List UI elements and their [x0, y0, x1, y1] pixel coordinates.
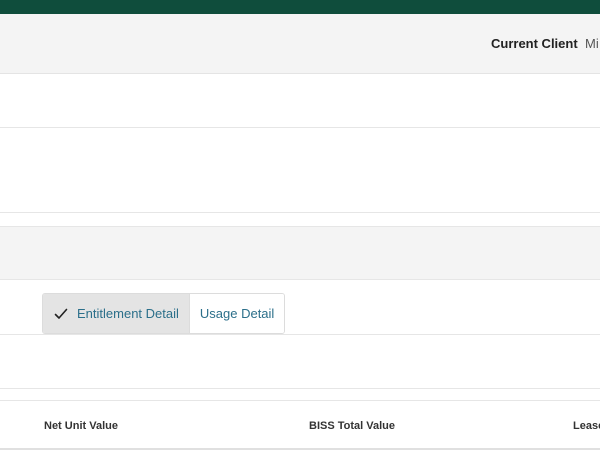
top-brand-bar [0, 0, 600, 14]
client-header-band: Current Client Mi [0, 14, 600, 74]
usage-detail-label: Usage Detail [199, 306, 275, 321]
usage-detail-toggle[interactable]: Usage Detail [188, 294, 285, 333]
section-band [0, 226, 600, 280]
check-icon [53, 306, 69, 322]
section-divider [0, 127, 600, 128]
current-client-label: Current Client [491, 36, 578, 51]
entitlement-detail-label: Entitlement Detail [77, 306, 179, 321]
column-header-net-unit-value[interactable]: Net Unit Value [44, 420, 118, 432]
column-header-lease[interactable]: Lease [573, 420, 600, 432]
page: Current Client Mi Entitlement Detail Usa… [0, 0, 600, 450]
section-divider [0, 212, 600, 213]
current-client-value[interactable]: Mi [585, 36, 599, 51]
section-divider [0, 388, 600, 389]
entitlement-detail-toggle[interactable]: Entitlement Detail [43, 294, 189, 333]
column-header-biss-total-value[interactable]: BISS Total Value [309, 420, 395, 432]
table-header-row: Net Unit Value BISS Total Value Lease [0, 400, 600, 450]
view-toggle-group: Entitlement Detail Usage Detail [42, 293, 286, 334]
section-divider [0, 334, 600, 335]
